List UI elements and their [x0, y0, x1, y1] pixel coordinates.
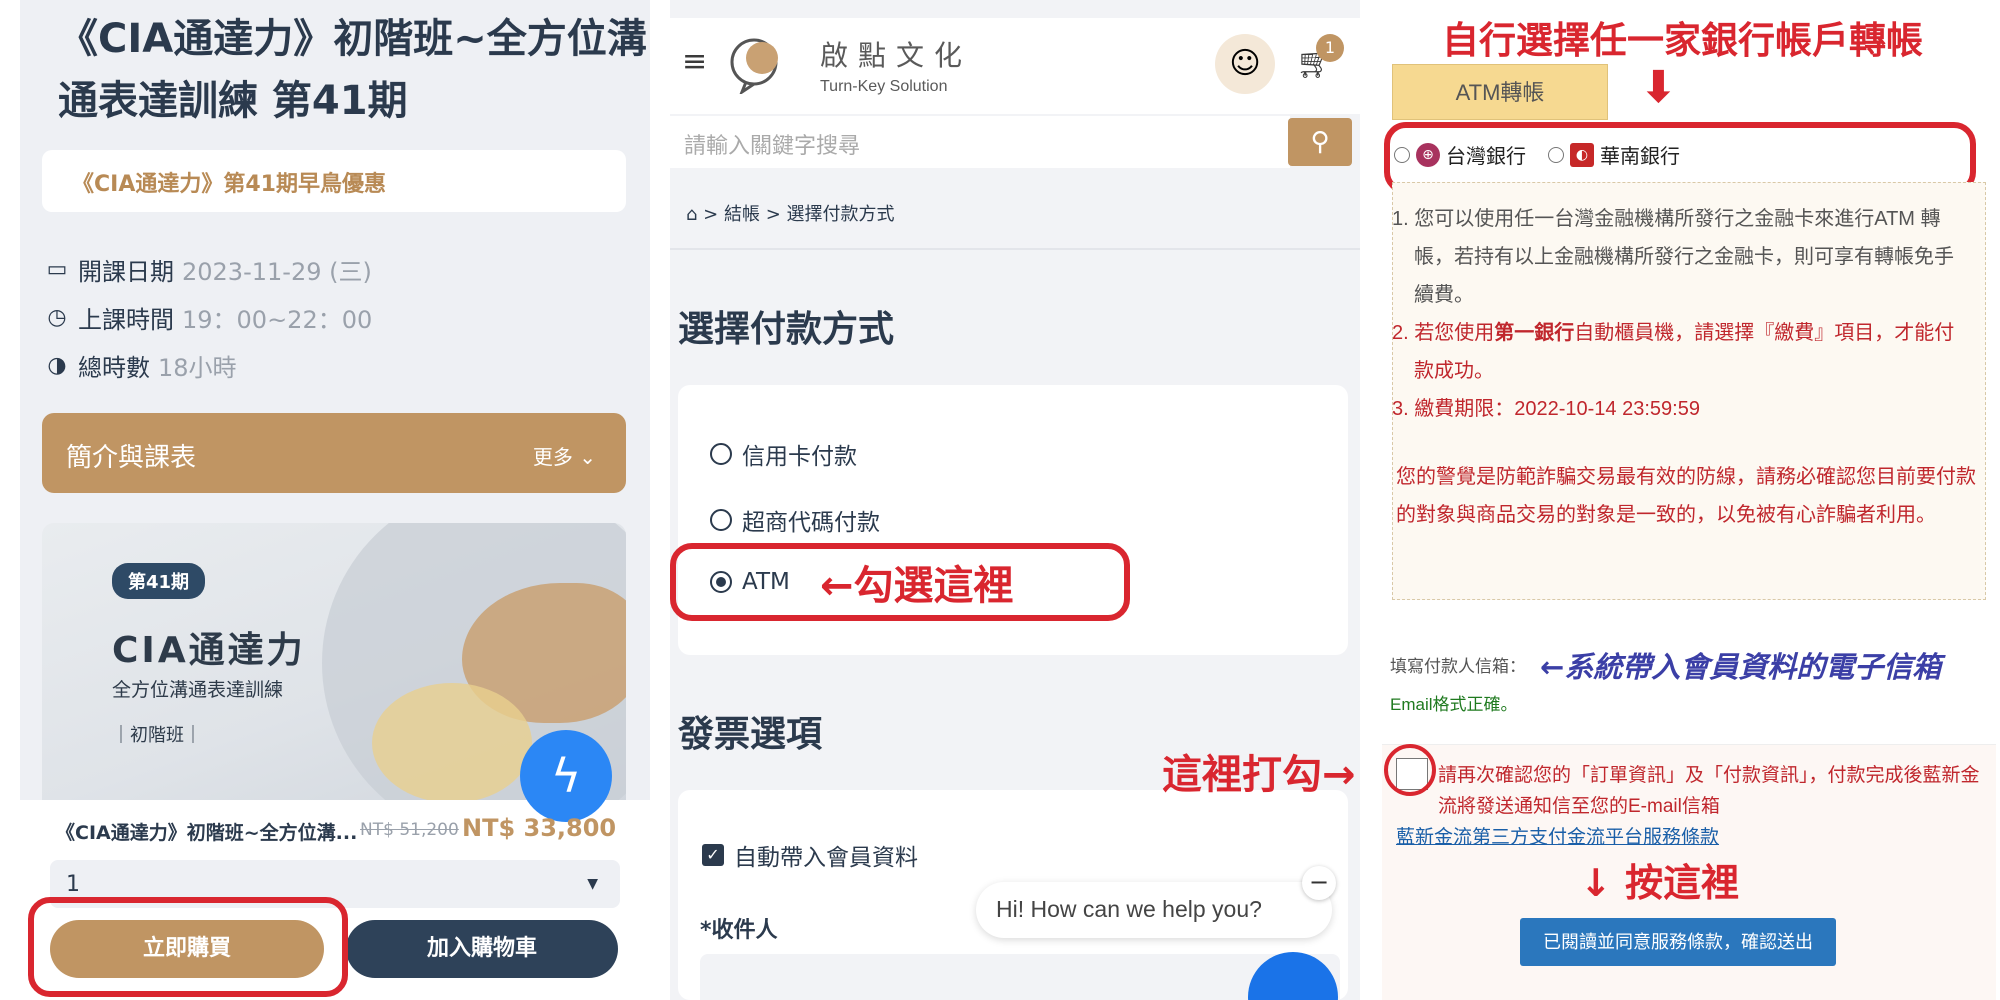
- highlight-checkbox: [1384, 744, 1436, 796]
- add-to-cart-button[interactable]: 加入購物車: [346, 920, 618, 978]
- receiver-field[interactable]: [700, 954, 1340, 1000]
- radio-credit-card[interactable]: 信用卡付款: [710, 437, 857, 471]
- clock-icon: ◑: [47, 352, 67, 378]
- annotation-email: ←系統帶入會員資料的電子信箱: [1540, 650, 1942, 684]
- info-value: 19：00~22：00: [182, 306, 373, 334]
- hamburger-menu-icon[interactable]: ≡: [682, 44, 707, 79]
- submit-button[interactable]: 已閱讀並同意服務條款，確認送出: [1520, 918, 1836, 966]
- auto-fill-checkbox[interactable]: ✓ 自動帶入會員資料: [702, 838, 918, 872]
- search-icon: ⚲: [1310, 127, 1330, 157]
- checkout-panel: ≡ 啟點文化 Turn-Key Solution ☺ 🛒︎ 1 請輸入關鍵字搜尋…: [670, 0, 1360, 1000]
- breadcrumb-item[interactable]: 結帳: [724, 204, 760, 225]
- info-label: 開課日期: [78, 258, 174, 286]
- brand-logo: [730, 38, 778, 94]
- highlight-buy: [28, 897, 348, 997]
- timer-icon: ◷: [47, 304, 67, 330]
- annotation-press-here: ↓ 按這裡: [1580, 861, 1740, 905]
- session-badge: 第41期: [112, 563, 206, 599]
- original-price: NT$ 51,200: [360, 820, 459, 840]
- check-icon: ✓: [702, 844, 724, 866]
- course-panel: 《CIA通達力》初階班~全方位溝通表達訓練 第41期 《CIA通達力》第41期早…: [20, 0, 650, 1000]
- product-name: 《CIA通達力》初階班~全方位溝...: [56, 822, 358, 844]
- search-button[interactable]: ⚲: [1288, 118, 1352, 166]
- promo-label: 《CIA通達力》第41期早鳥優惠: [42, 150, 626, 212]
- info-value: 18小時: [158, 354, 237, 382]
- invoice-heading: 發票選項: [678, 714, 823, 755]
- note-3: 3. 繳費期限：2022-10-14 23:59:59: [1392, 398, 1700, 420]
- divider: [670, 248, 1360, 250]
- receiver-label: *收件人: [700, 918, 778, 943]
- brand-subtitle: Turn-Key Solution: [820, 78, 948, 95]
- info-hours: ◑ 總時數 18小時: [44, 348, 237, 383]
- atm-notes: 1. 您可以使用任一台灣金融機構所發行之金融卡來進行ATM 轉帳，若持有以上金融…: [1392, 200, 1972, 428]
- intro-accordion[interactable]: 簡介與課表 更多 ⌄: [42, 413, 626, 493]
- brand-name: 啟點文化: [820, 39, 973, 72]
- banner-level: ｜初階班｜: [112, 725, 202, 746]
- caret-down-icon: ▼: [587, 876, 598, 892]
- info-time: ◷ 上課時間 19：00~22：00: [44, 300, 372, 335]
- radio-convenience-store[interactable]: 超商代碼付款: [710, 503, 880, 537]
- annotation-check-here: ←勾選這裡: [820, 563, 1014, 609]
- annotation-tick-here: 這裡打勾→: [1162, 752, 1356, 798]
- intro-label: 簡介與課表: [66, 443, 197, 473]
- payment-heading: 選擇付款方式: [678, 309, 895, 350]
- home-icon[interactable]: ⌂: [686, 204, 697, 225]
- tab-atm-transfer[interactable]: ATM轉帳: [1392, 64, 1608, 120]
- info-date: ▭ 開課日期 2023-11-29 (三): [44, 252, 372, 287]
- note-1: 1. 您可以使用任一台灣金融機構所發行之金融卡來進行ATM 轉帳，若持有以上金融…: [1392, 208, 1954, 306]
- sale-price: NT$ 33,800: [462, 814, 617, 842]
- close-icon[interactable]: −: [1302, 866, 1336, 900]
- more-toggle[interactable]: 更多 ⌄: [533, 441, 596, 470]
- avatar[interactable]: ☺: [1215, 34, 1275, 94]
- breadcrumb: ⌂ > 結帳 > 選擇付款方式: [686, 204, 895, 225]
- arrow-down-icon: ⬇: [1640, 62, 1677, 113]
- banner-subtitle: 全方位溝通表達訓練: [112, 679, 284, 701]
- annotation-select-bank: 自行選擇任一家銀行帳戶轉帳: [1442, 19, 1923, 62]
- info-label: 上課時間: [78, 306, 174, 334]
- calendar-icon: ▭: [46, 256, 68, 282]
- tos-link[interactable]: 藍新金流第三方支付金流平台服務條款: [1396, 822, 1719, 849]
- fraud-warning: 您的警覺是防範詐騙交易最有效的防線，請務必確認您目前要付款的對象與商品交易的對象…: [1396, 466, 1976, 526]
- info-label: 總時數: [78, 354, 150, 382]
- email-valid-message: Email格式正確。: [1390, 695, 1518, 714]
- chevron-down-icon: ⌄: [579, 445, 596, 469]
- messenger-icon[interactable]: ϟ: [520, 730, 612, 822]
- course-title: 《CIA通達力》初階班~全方位溝通表達訓練 第41期: [58, 16, 647, 124]
- email-label: 填寫付款人信箱：: [1390, 657, 1526, 676]
- info-value: 2023-11-29 (三): [182, 258, 372, 286]
- chat-bubble[interactable]: Hi! How can we help you?: [976, 882, 1332, 938]
- breadcrumb-current: 選擇付款方式: [786, 204, 895, 225]
- cart-count-badge: 1: [1316, 34, 1344, 62]
- confirm-text: 請再次確認您的「訂單資訊」及「付款資訊」，付款完成後藍新金流將發送通知信至您的E…: [1438, 765, 1980, 817]
- search-input[interactable]: 請輸入關鍵字搜尋: [670, 116, 1290, 168]
- note-2: 2. 若您使用第一銀行自動櫃員機，請選擇『繳費』項目，才能付款成功。: [1392, 322, 1955, 382]
- atm-panel: 自行選擇任一家銀行帳戶轉帳 ⬇ ATM轉帳 ⊕ 台灣銀行 ◐ 華南銀行 1. 您…: [1380, 0, 2000, 1000]
- banner-title: CIA通達力: [112, 630, 306, 671]
